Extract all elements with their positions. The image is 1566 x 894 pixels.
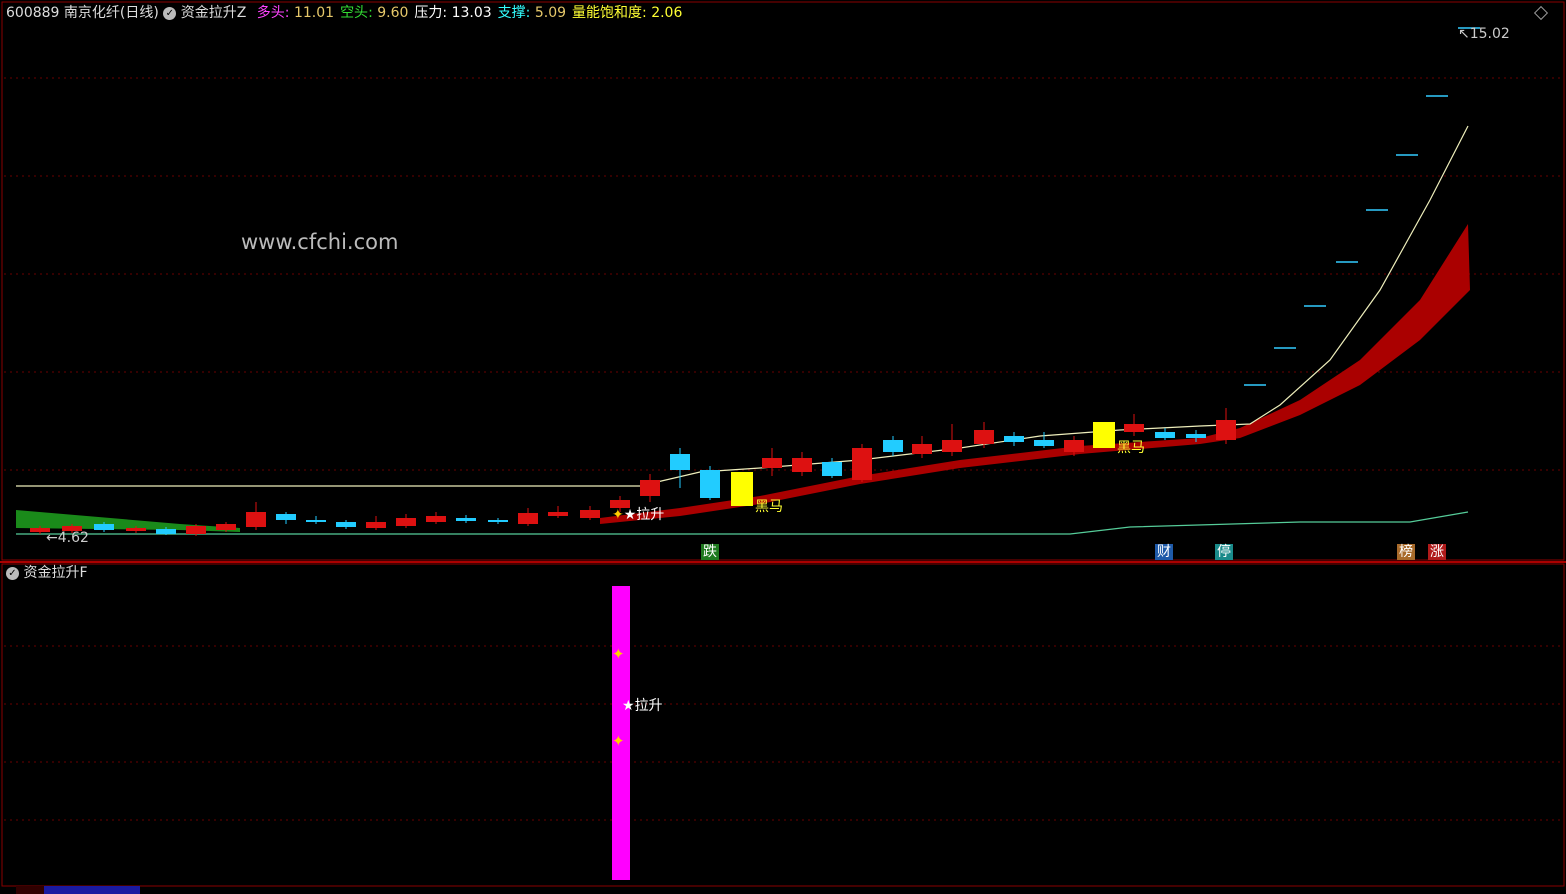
low-price-label: ←4.62 xyxy=(46,530,89,546)
sub-panel-title[interactable]: 资金拉升F xyxy=(23,565,87,581)
candle-body xyxy=(518,513,538,524)
indicator-name[interactable]: 资金拉升Z xyxy=(181,5,247,21)
dark-horse-bar xyxy=(1093,422,1115,448)
header-item: 压力: 13.03 xyxy=(414,5,492,21)
candle-body xyxy=(852,448,872,480)
projection-dashes xyxy=(1244,27,1480,386)
header-item-value: 11.01 xyxy=(293,5,335,21)
candle-body xyxy=(1186,434,1206,438)
candle-body xyxy=(1216,420,1236,440)
candle-body xyxy=(762,458,782,468)
header-item-label: 压力 xyxy=(414,5,443,21)
candle-body xyxy=(1064,440,1084,452)
candle-body xyxy=(1155,432,1175,438)
arrow-icon: ↖ xyxy=(1458,26,1470,42)
header-item-value: 2.06 xyxy=(651,5,683,21)
sub-lift-marker: ★拉升 xyxy=(622,698,663,714)
candle-body xyxy=(94,524,114,530)
chart-header: 600889 南京化纤(日线) ✓ 资金拉升Z 多头: 11.01 空头: 9.6… xyxy=(6,4,682,22)
event-tag-halt[interactable]: 停 xyxy=(1215,544,1233,560)
header-item: 多头: 11.01 xyxy=(256,5,335,21)
header-item-label: 支撑 xyxy=(497,5,526,21)
star-icon: ★ xyxy=(623,507,637,523)
candle-body xyxy=(1004,436,1024,442)
watermark: www.cfchi.com xyxy=(241,230,399,254)
candle-body xyxy=(306,520,326,522)
arrow-icon: ← xyxy=(46,530,58,546)
event-tag-rise[interactable]: 涨 xyxy=(1428,544,1446,560)
support-band-shape xyxy=(600,224,1470,524)
grid-lines xyxy=(4,77,1562,821)
candle-body xyxy=(336,522,356,527)
candle-body xyxy=(974,430,994,444)
chart-canvas xyxy=(0,1,1566,894)
candle-body xyxy=(700,470,720,498)
sub-butterfly-icon-1: ✦ xyxy=(612,645,625,663)
candle-body xyxy=(912,444,932,454)
header-item-label: 空头 xyxy=(340,5,369,21)
header-item-label: 量能饱和度 xyxy=(572,5,643,21)
stock-name: 南京化纤 xyxy=(63,5,120,21)
header-item: 量能饱和度: 2.06 xyxy=(572,5,683,21)
header-item-value: 9.60 xyxy=(377,5,409,21)
butterfly-icon: ✦ xyxy=(612,507,624,523)
header-item-label: 多头 xyxy=(256,5,285,21)
candle-body xyxy=(488,520,508,522)
indicator-toggle-icon[interactable]: ✓ xyxy=(6,566,19,580)
candle-body xyxy=(216,524,236,530)
indicator-toggle-icon[interactable]: ✓ xyxy=(163,6,177,20)
event-tag-list[interactable]: 榜 xyxy=(1397,544,1415,560)
candle-body xyxy=(1124,424,1144,432)
header-item: 空头: 9.60 xyxy=(340,5,409,21)
candle-body xyxy=(1034,440,1054,446)
period-label: (日线) xyxy=(119,5,159,21)
candle-body xyxy=(186,526,206,534)
candle-body xyxy=(670,454,690,470)
lift-marker: ✦★拉升 xyxy=(612,507,665,523)
candle-body xyxy=(126,528,146,531)
candle-body xyxy=(366,522,386,528)
star-icon: ★ xyxy=(622,698,635,714)
candle-body xyxy=(426,516,446,522)
dark-horse-marker-2: 黑马 xyxy=(1117,440,1145,456)
candle-body xyxy=(822,462,842,476)
dark-horse-bar xyxy=(731,472,753,506)
header-item-value: 5.09 xyxy=(534,5,567,21)
candle-body xyxy=(640,480,660,496)
sub-panel-header: ✓ 资金拉升F xyxy=(6,564,88,582)
sub-butterfly-icon-2: ✦ xyxy=(612,732,625,750)
candle-body xyxy=(548,512,568,516)
header-item-value: 13.03 xyxy=(451,5,492,21)
candle-body xyxy=(792,458,812,472)
candle-body xyxy=(942,440,962,452)
header-item: 支撑: 5.09 xyxy=(497,5,567,21)
high-price-label: ↖15.02 xyxy=(1458,26,1510,42)
candle-body xyxy=(156,529,176,534)
candle-body xyxy=(883,440,903,452)
dark-horse-marker-1: 黑马 xyxy=(755,499,783,515)
candle-body xyxy=(276,514,296,520)
event-tag-fall[interactable]: 跌 xyxy=(701,544,719,560)
stock-code: 600889 xyxy=(6,5,60,21)
candle-body xyxy=(396,518,416,526)
candle-body xyxy=(246,512,266,527)
candle-body xyxy=(456,518,476,521)
candle-body xyxy=(580,510,600,518)
event-tag-finance[interactable]: 财 xyxy=(1155,544,1173,560)
